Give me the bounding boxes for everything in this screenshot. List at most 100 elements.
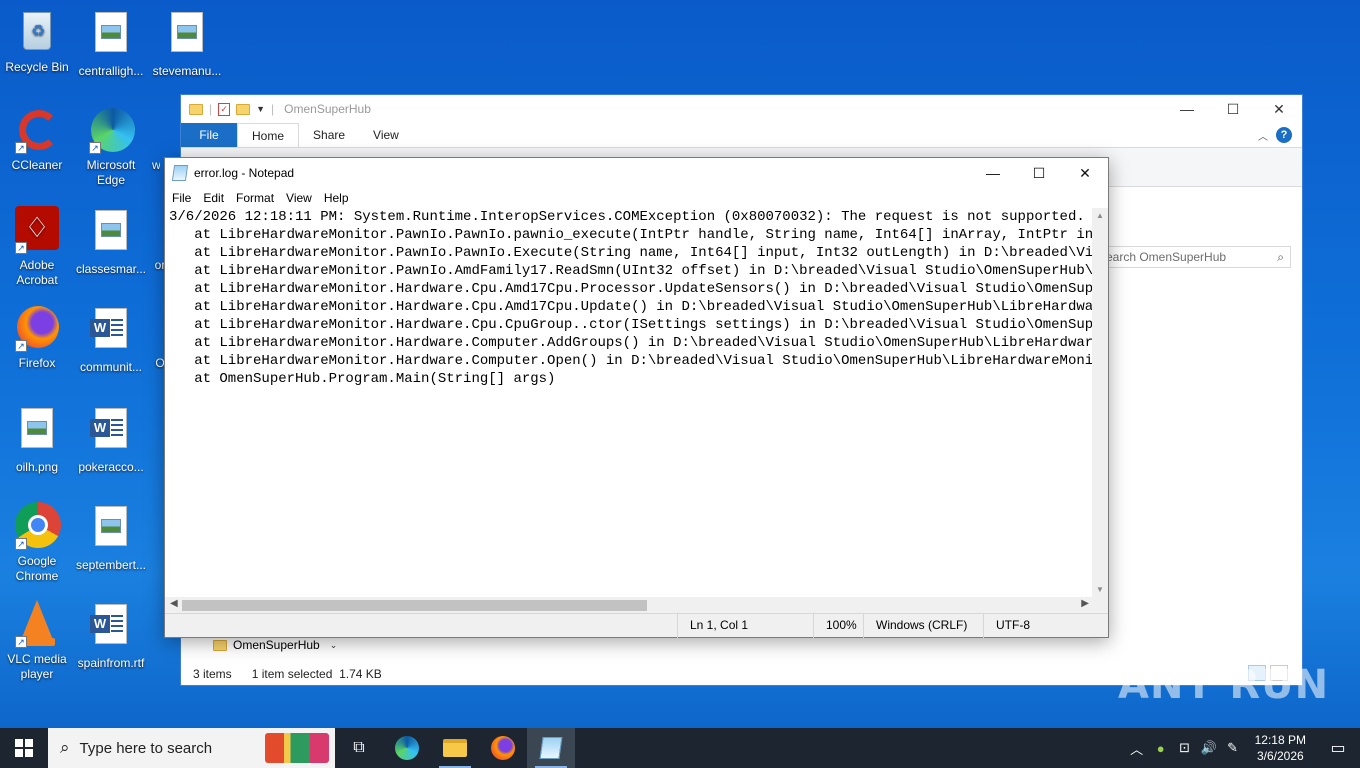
- scroll-right-icon[interactable]: ▶: [1081, 598, 1089, 609]
- image-file-icon: [87, 506, 135, 554]
- taskbar: ⌕ Type here to search ⧉ ︿ ● ⊡ 🔊 ✎ 12:18 …: [0, 728, 1360, 768]
- desktop-icon-septembert[interactable]: septembert...: [74, 502, 148, 573]
- minimize-icon[interactable]: —: [1164, 95, 1210, 123]
- minimize-icon[interactable]: —: [970, 158, 1016, 188]
- clock-time: 12:18 PM: [1254, 733, 1306, 747]
- taskbar-search[interactable]: ⌕ Type here to search: [48, 728, 335, 768]
- vertical-scrollbar[interactable]: ▲ ▼: [1092, 208, 1108, 597]
- edge-icon: [395, 736, 419, 760]
- notification-icon[interactable]: ▭: [1316, 738, 1360, 758]
- tab-view[interactable]: View: [359, 123, 413, 147]
- horizontal-scroll-thumb[interactable]: [182, 600, 647, 611]
- word-document-icon: W: [87, 408, 135, 456]
- new-folder-icon[interactable]: [236, 103, 251, 115]
- scroll-left-icon[interactable]: ◀: [170, 598, 178, 609]
- search-input[interactable]: earch OmenSuperHub ⌕: [1101, 246, 1291, 268]
- cursor-position: Ln 1, Col 1: [677, 614, 807, 638]
- image-file-icon: [13, 408, 61, 456]
- text-line: at LibreHardwareMonitor.PawnIo.AmdFamily…: [169, 263, 1094, 279]
- pen-icon[interactable]: ✎: [1221, 740, 1245, 756]
- notepad-window[interactable]: error.log - Notepad — ☐ ✕ File Edit Form…: [164, 157, 1109, 638]
- notepad-icon: [171, 165, 189, 181]
- folder-icon[interactable]: [189, 103, 203, 115]
- desktop-icon-classesmar[interactable]: classesmar...: [74, 206, 148, 277]
- system-tray: ︿ ● ⊡ 🔊 ✎ 12:18 PM 3/6/2026 ▭: [1125, 728, 1360, 768]
- menu-format[interactable]: Format: [230, 188, 280, 208]
- desktop-icon-recycle-bin[interactable]: ♻ Recycle Bin: [0, 8, 74, 75]
- word-document-icon: W: [87, 308, 135, 356]
- taskbar-notepad[interactable]: [527, 728, 575, 768]
- chrome-icon: ↗: [13, 502, 61, 550]
- maximize-icon[interactable]: ☐: [1210, 95, 1256, 123]
- scroll-up-icon[interactable]: ▲: [1092, 211, 1108, 220]
- menu-file[interactable]: File: [166, 188, 197, 208]
- chevron-down-icon[interactable]: ▼: [256, 104, 265, 114]
- recycle-bin-icon: ♻: [13, 8, 61, 56]
- text-line: at LibreHardwareMonitor.Hardware.Compute…: [169, 353, 1094, 369]
- volume-icon[interactable]: 🔊: [1197, 740, 1221, 756]
- item-count: 3 items: [193, 667, 232, 681]
- close-icon[interactable]: ✕: [1062, 158, 1108, 188]
- notepad-titlebar[interactable]: error.log - Notepad — ☐ ✕: [165, 158, 1108, 188]
- desktop-icon-partial-w[interactable]: w: [140, 106, 160, 173]
- desktop-icon-centrallight[interactable]: centralligh...: [74, 8, 148, 79]
- ccleaner-icon: ↗: [13, 106, 61, 154]
- desktop-icon-spainfrom[interactable]: W spainfrom.rtf: [74, 600, 148, 671]
- menu-bar: File Edit Format View Help: [165, 188, 1108, 208]
- search-icon: ⌕: [1277, 250, 1284, 264]
- menu-help[interactable]: Help: [318, 188, 355, 208]
- encoding: UTF-8: [983, 614, 1093, 638]
- security-icon[interactable]: ●: [1149, 741, 1173, 756]
- search-highlight-icon: [265, 733, 329, 763]
- task-view-icon: ⧉: [353, 739, 365, 756]
- file-explorer-icon: [443, 739, 467, 757]
- desktop-icon-vlc[interactable]: ↗ VLC media player: [0, 600, 74, 682]
- tab-home[interactable]: Home: [237, 123, 300, 147]
- chevron-up-icon[interactable]: ︿: [1258, 128, 1268, 143]
- scroll-down-icon[interactable]: ▼: [1092, 585, 1108, 594]
- chevron-down-icon[interactable]: ⌄: [330, 640, 338, 651]
- desktop-icon-edge[interactable]: ↗ Microsoft Edge: [74, 106, 148, 188]
- ribbon-tabs: File Home Share View ︿ ?: [181, 123, 1302, 147]
- taskbar-edge[interactable]: [383, 728, 431, 768]
- maximize-icon[interactable]: ☐: [1016, 158, 1062, 188]
- chevron-up-icon[interactable]: ︿: [1125, 739, 1149, 758]
- tab-share[interactable]: Share: [299, 123, 359, 147]
- desktop-icon-chrome[interactable]: ↗ Google Chrome: [0, 502, 74, 584]
- desktop-icon-firefox[interactable]: ↗ Firefox: [0, 304, 74, 371]
- desktop-icon-stevemanu[interactable]: stevemanu...: [150, 8, 224, 79]
- text-line: at LibreHardwareMonitor.Hardware.Cpu.Amd…: [169, 299, 1094, 315]
- vlc-icon: ↗: [13, 600, 61, 648]
- line-ending: Windows (CRLF): [863, 614, 983, 638]
- text-line: at LibreHardwareMonitor.Hardware.Cpu.Amd…: [169, 281, 1094, 297]
- menu-edit[interactable]: Edit: [197, 188, 230, 208]
- notepad-status-bar: Ln 1, Col 1 100% Windows (CRLF) UTF-8: [165, 613, 1108, 638]
- explorer-titlebar[interactable]: | ✓ ▼ | OmenSuperHub — ☐ ✕: [181, 95, 1302, 123]
- clock[interactable]: 12:18 PM 3/6/2026: [1245, 732, 1316, 764]
- taskbar-file-explorer[interactable]: [431, 728, 479, 768]
- desktop-icon-ccleaner[interactable]: ↗ CCleaner: [0, 106, 74, 173]
- start-button[interactable]: [0, 728, 48, 768]
- text-line: at LibreHardwareMonitor.PawnIo.PawnIo.pa…: [169, 227, 1094, 243]
- tab-file[interactable]: File: [181, 123, 237, 147]
- nav-pane-item-omensuperhub[interactable]: OmenSuperHub ⌄: [213, 638, 337, 652]
- text-editor[interactable]: 3/6/2026 12:18:11 PM: System.Runtime.Int…: [165, 208, 1094, 597]
- desktop-icon-acrobat[interactable]: ♢ ↗ Adobe Acrobat: [0, 206, 74, 288]
- desktop-icon-oilh[interactable]: oilh.png: [0, 404, 74, 475]
- firefox-icon: [491, 736, 515, 760]
- text-line: 3/6/2026 12:18:11 PM: System.Runtime.Int…: [169, 209, 1094, 225]
- network-icon[interactable]: ⊡: [1173, 740, 1197, 756]
- desktop-icon-communit[interactable]: W communit...: [74, 304, 148, 375]
- taskbar-firefox[interactable]: [479, 728, 527, 768]
- image-file-icon: [87, 12, 135, 60]
- word-document-icon: W: [87, 604, 135, 652]
- explorer-title: OmenSuperHub: [284, 102, 371, 116]
- horizontal-scrollbar[interactable]: ◀ ▶: [165, 597, 1094, 614]
- close-icon[interactable]: ✕: [1256, 95, 1302, 123]
- help-icon[interactable]: ?: [1276, 127, 1292, 143]
- menu-view[interactable]: View: [280, 188, 318, 208]
- task-view-button[interactable]: ⧉: [335, 728, 383, 768]
- status-bar: 3 items 1 item selected 1.74 KB: [193, 667, 382, 681]
- properties-icon[interactable]: ✓: [218, 102, 231, 116]
- desktop-icon-pokeracco[interactable]: W pokeracco...: [74, 404, 148, 475]
